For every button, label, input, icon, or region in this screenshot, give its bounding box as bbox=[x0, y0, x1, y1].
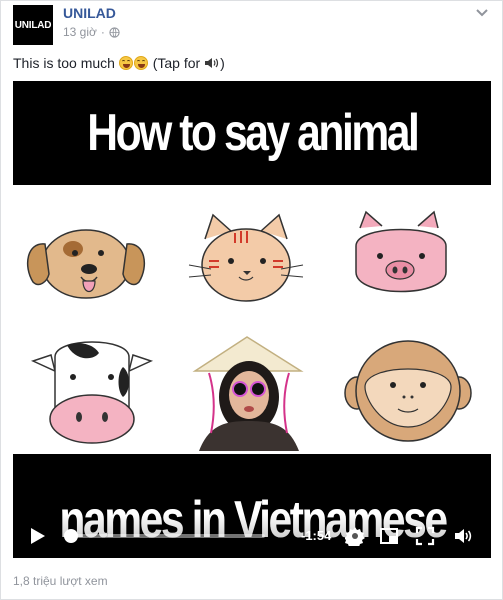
view-count[interactable]: 1,8 triệu lượt xem bbox=[13, 574, 108, 588]
post-card: UNILAD UNILAD 13 giờ · This is too much … bbox=[0, 0, 503, 600]
post-text: This is too much (Tap for ) bbox=[13, 55, 225, 71]
avatar-text: UNILAD bbox=[14, 19, 52, 31]
cow-illustration bbox=[30, 341, 154, 444]
gear-icon[interactable] bbox=[345, 526, 365, 546]
post-text-tap: (Tap for bbox=[152, 55, 201, 71]
remaining-time: -1:54 bbox=[301, 528, 332, 543]
post-meta: 13 giờ · bbox=[63, 25, 120, 39]
laughing-emoji-icon bbox=[133, 56, 148, 70]
chevron-down-icon[interactable] bbox=[474, 7, 490, 19]
video-player[interactable]: How to say animal -1:54 bbox=[13, 81, 491, 558]
meta-separator: · bbox=[100, 25, 105, 39]
laughing-emoji-icon bbox=[118, 56, 133, 70]
page-name-link[interactable]: UNILAD bbox=[63, 5, 116, 21]
cat-illustration bbox=[188, 213, 304, 302]
pig-illustration bbox=[355, 210, 447, 293]
globe-icon[interactable] bbox=[109, 26, 120, 38]
progress-thumb[interactable] bbox=[64, 529, 78, 543]
play-icon[interactable] bbox=[27, 526, 47, 546]
pip-icon[interactable] bbox=[379, 526, 399, 546]
page-avatar[interactable]: UNILAD bbox=[13, 5, 53, 45]
post-text-close: ) bbox=[220, 55, 225, 71]
post-text-main: This is too much bbox=[13, 55, 115, 71]
dog-illustration bbox=[26, 229, 146, 299]
monkey-illustration bbox=[344, 340, 472, 442]
progress-track[interactable] bbox=[65, 534, 265, 538]
fullscreen-icon[interactable] bbox=[415, 526, 435, 546]
speaker-emoji-icon bbox=[205, 58, 219, 68]
volume-icon[interactable] bbox=[453, 526, 473, 546]
video-controls: -1:54 bbox=[13, 514, 491, 558]
video-title-top-text: How to say animal bbox=[86, 104, 420, 162]
presenter-video-frame bbox=[189, 331, 307, 451]
video-title-top: How to say animal bbox=[13, 81, 491, 185]
presenter-illustration bbox=[192, 336, 304, 451]
post-time[interactable]: 13 giờ bbox=[63, 25, 97, 39]
